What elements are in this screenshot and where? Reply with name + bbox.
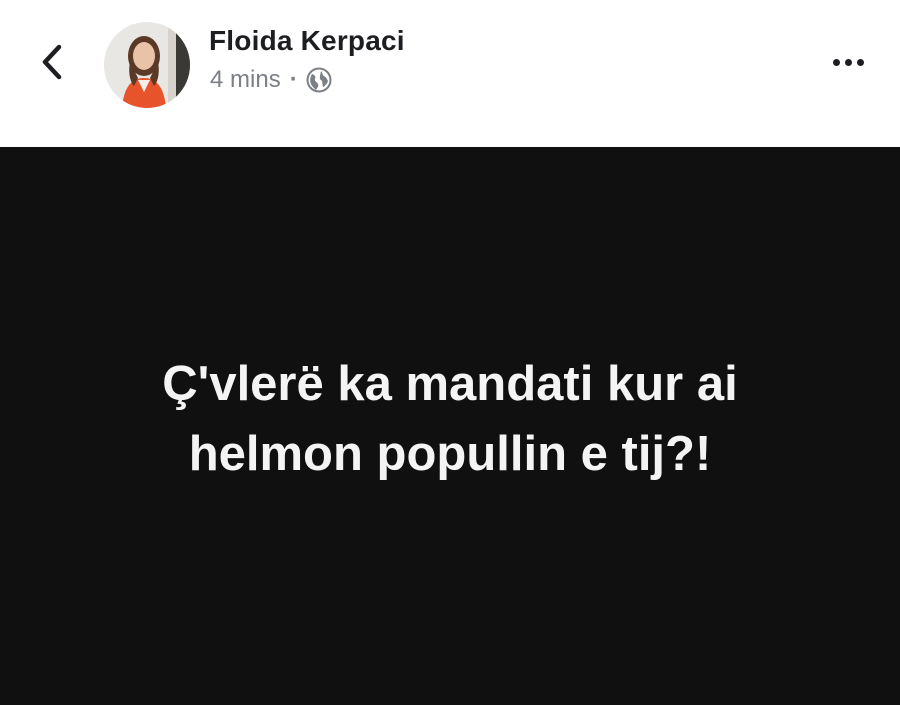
globe-icon[interactable] — [306, 67, 332, 93]
post-text: Ç'vlerë ka mandati kur ai helmon populli… — [70, 349, 830, 489]
more-dot — [844, 58, 852, 66]
author-name[interactable]: Floida Kerpaci — [209, 25, 405, 57]
post-image[interactable]: Ç'vlerë ka mandati kur ai helmon populli… — [0, 147, 900, 705]
back-button[interactable] — [30, 40, 74, 84]
author-avatar[interactable] — [104, 22, 190, 108]
meta-separator: · — [289, 66, 298, 93]
post-header: Floida Kerpaci 4 mins · — [0, 0, 900, 147]
more-options-button[interactable] — [818, 44, 878, 80]
post-text-line: helmon popullin e tij?! — [188, 427, 712, 481]
post-text-line: Ç'vlerë ka mandati kur ai — [162, 357, 738, 411]
post-timestamp[interactable]: 4 mins — [210, 66, 281, 94]
chevron-left-icon — [42, 44, 62, 80]
profile-photo — [104, 22, 190, 108]
post-meta: 4 mins · — [210, 66, 332, 94]
more-dot — [832, 58, 840, 66]
more-dot — [856, 58, 864, 66]
